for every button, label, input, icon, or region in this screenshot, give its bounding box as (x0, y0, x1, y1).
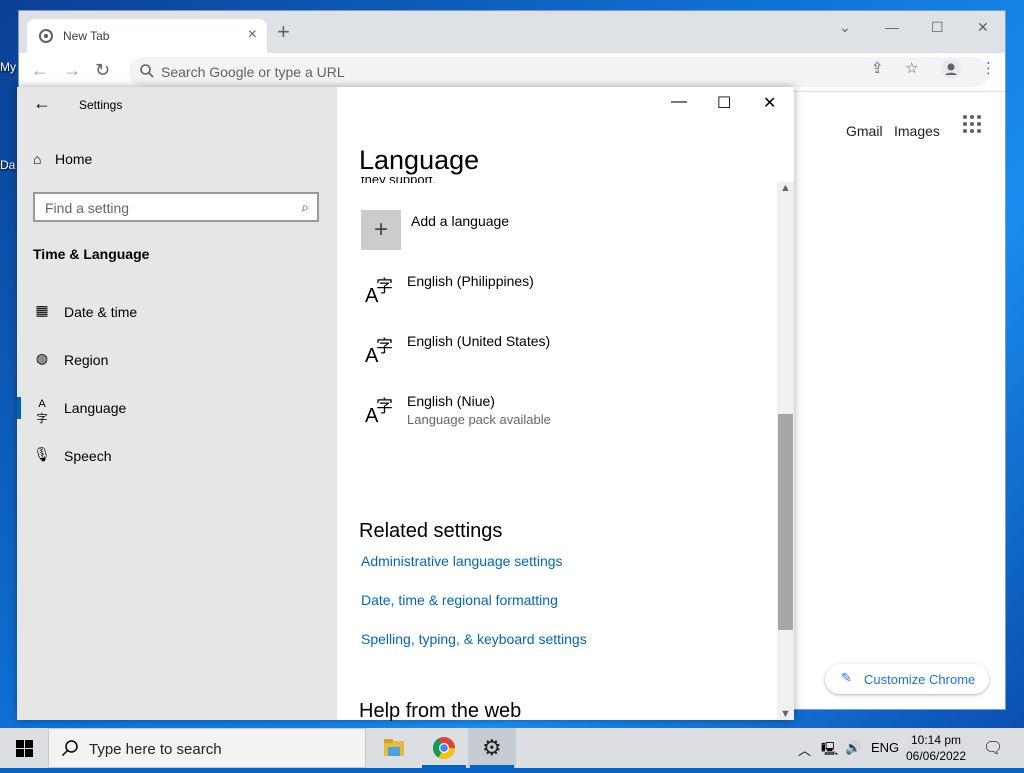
find-setting-input[interactable]: Find a setting ⌕ (33, 192, 319, 222)
language-item[interactable]: A 字 English (Niue) Language pack availab… (361, 393, 761, 443)
find-setting-placeholder: Find a setting (45, 200, 130, 216)
settings-window-title: Settings (79, 98, 123, 112)
page-title: Language (359, 145, 480, 175)
language-icon: A 字 (365, 277, 393, 307)
forward-icon[interactable]: → (63, 60, 81, 81)
language-icon: A字 (36, 398, 48, 425)
language-icon: A 字 (365, 397, 393, 427)
reload-icon[interactable]: ↻ (95, 60, 110, 81)
sidebar-item-label: Speech (64, 448, 112, 464)
tab-strip: New Tab × + ⌄ — ☐ ✕ (19, 11, 1005, 53)
tab-title: New Tab (63, 29, 110, 43)
notification-icon[interactable]: 🗨 (983, 738, 1003, 758)
close-tab-icon[interactable]: × (248, 26, 257, 44)
file-explorer-icon[interactable] (370, 728, 418, 768)
svg-text:字: 字 (376, 337, 393, 357)
home-icon: ⌂ (33, 151, 42, 167)
volume-icon[interactable]: 🔊 (845, 740, 861, 756)
help-from-web-title: Help from the web (359, 700, 522, 722)
category-title: Time & Language (33, 246, 150, 262)
omnibox[interactable]: Search Google or type a URL (129, 57, 989, 87)
language-name: English (Niue) (407, 393, 495, 409)
sidebar-item-label: Language (64, 400, 127, 416)
windows-start-icon[interactable] (16, 740, 33, 757)
clipped-description: they support. (361, 177, 436, 183)
customize-chrome-label: Customize Chrome (864, 672, 976, 687)
profile-avatar-icon[interactable] (941, 59, 961, 83)
google-apps-icon[interactable] (963, 115, 981, 133)
language-icon: A 字 (365, 337, 393, 367)
plus-icon: + (373, 216, 388, 243)
maximize-icon[interactable]: ☐ (717, 93, 731, 113)
chrome-favicon-icon (39, 29, 53, 43)
omnibox-placeholder: Search Google or type a URL (161, 64, 345, 80)
chrome-menu-icon[interactable]: ⋮ (981, 59, 996, 77)
desktop-icon-label[interactable]: My (0, 60, 16, 74)
gmail-link[interactable]: Gmail (846, 123, 883, 139)
settings-sidebar: ← Settings ⌂ Home Find a setting ⌕ Time &… (17, 87, 337, 720)
scrollbar-thumb[interactable] (778, 414, 793, 630)
settings-window: ← Settings ⌂ Home Find a setting ⌕ Time &… (17, 87, 794, 722)
related-settings-title: Related settings (359, 520, 503, 542)
taskbar: Type here to search ⚙ ︿ 🖳 🔊 ENG 10:14 pm… (0, 728, 1024, 768)
back-icon[interactable]: ← (31, 60, 49, 81)
language-name: English (United States) (407, 333, 551, 349)
scroll-up-icon[interactable]: ▲ (780, 182, 791, 194)
close-icon[interactable]: ✕ (977, 19, 989, 36)
network-icon[interactable]: 🖳 (821, 740, 838, 762)
sidebar-item-date-time[interactable]: ▦ Date & time (17, 292, 337, 332)
search-icon (140, 64, 154, 78)
admin-language-settings-link[interactable]: Administrative language settings (361, 553, 563, 569)
system-clock[interactable]: 10:14 pm 06/06/2022 (902, 732, 970, 764)
sidebar-item-label: Date & time (64, 304, 138, 320)
language-name: English (Philippines) (407, 273, 534, 289)
sidebar-item-region[interactable]: ◍ Region (17, 340, 337, 380)
language-item[interactable]: A 字 English (United States) (361, 333, 761, 383)
sidebar-item-label: Region (64, 352, 109, 368)
customize-chrome-button[interactable]: ✎ Customize Chrome (825, 664, 989, 694)
sidebar-item-home[interactable]: ⌂ Home (33, 151, 92, 167)
tab-search-chevron-icon[interactable]: ⌄ (839, 19, 851, 36)
sidebar-item-speech[interactable]: 🎙 Speech (17, 436, 337, 476)
sidebar-item-language[interactable]: A字 Language (17, 388, 337, 428)
add-language-label[interactable]: Add a language (411, 213, 509, 229)
settings-taskbar-icon[interactable]: ⚙ (468, 728, 516, 768)
images-link[interactable]: Images (894, 123, 940, 139)
share-icon[interactable]: ⇪ (871, 59, 884, 77)
settings-content: — ☐ ✕ Language they support. + Add a lan… (337, 87, 794, 722)
globe-icon: ◍ (35, 350, 49, 366)
close-icon[interactable]: ✕ (763, 93, 776, 113)
tab-new-tab[interactable]: New Tab × (27, 19, 267, 53)
search-icon: ⌕ (301, 199, 309, 215)
keyboard-settings-link[interactable]: Spelling, typing, & keyboard settings (361, 631, 587, 647)
regional-formatting-link[interactable]: Date, time & regional formatting (361, 592, 558, 608)
minimize-icon[interactable]: — (885, 19, 899, 35)
desktop-icon-label[interactable]: Da (0, 158, 15, 172)
svg-text:字: 字 (376, 397, 393, 417)
input-language-indicator[interactable]: ENG (871, 740, 899, 755)
calendar-clock-icon: ▦ (35, 302, 49, 318)
language-item[interactable]: A 字 English (Philippines) (361, 273, 761, 323)
pencil-icon: ✎ (841, 670, 852, 685)
language-status: Language pack available (407, 412, 551, 427)
show-hidden-icons-chevron-icon[interactable]: ︿ (798, 740, 811, 759)
taskbar-search-input[interactable]: Type here to search (48, 728, 366, 768)
clock-time: 10:14 pm (910, 733, 962, 747)
svg-text:字: 字 (376, 277, 393, 297)
home-label: Home (55, 151, 93, 167)
maximize-icon[interactable]: ☐ (931, 19, 944, 36)
scroll-down-icon[interactable]: ▼ (780, 708, 791, 720)
chrome-taskbar-icon[interactable] (420, 728, 468, 768)
new-tab-button[interactable]: + (277, 21, 290, 43)
add-language-button[interactable]: + (361, 210, 401, 250)
gear-icon: ⚙ (482, 735, 502, 760)
minimize-icon[interactable]: — (671, 93, 687, 111)
back-arrow-icon[interactable]: ← (33, 93, 51, 114)
microphone-icon: 🎙 (33, 446, 51, 462)
search-icon (61, 740, 78, 757)
clock-date: 06/06/2022 (905, 749, 967, 763)
scrollbar[interactable]: ▲ ▼ (777, 182, 794, 720)
bookmark-star-icon[interactable]: ☆ (905, 59, 918, 77)
taskbar-search-placeholder: Type here to search (89, 741, 222, 758)
